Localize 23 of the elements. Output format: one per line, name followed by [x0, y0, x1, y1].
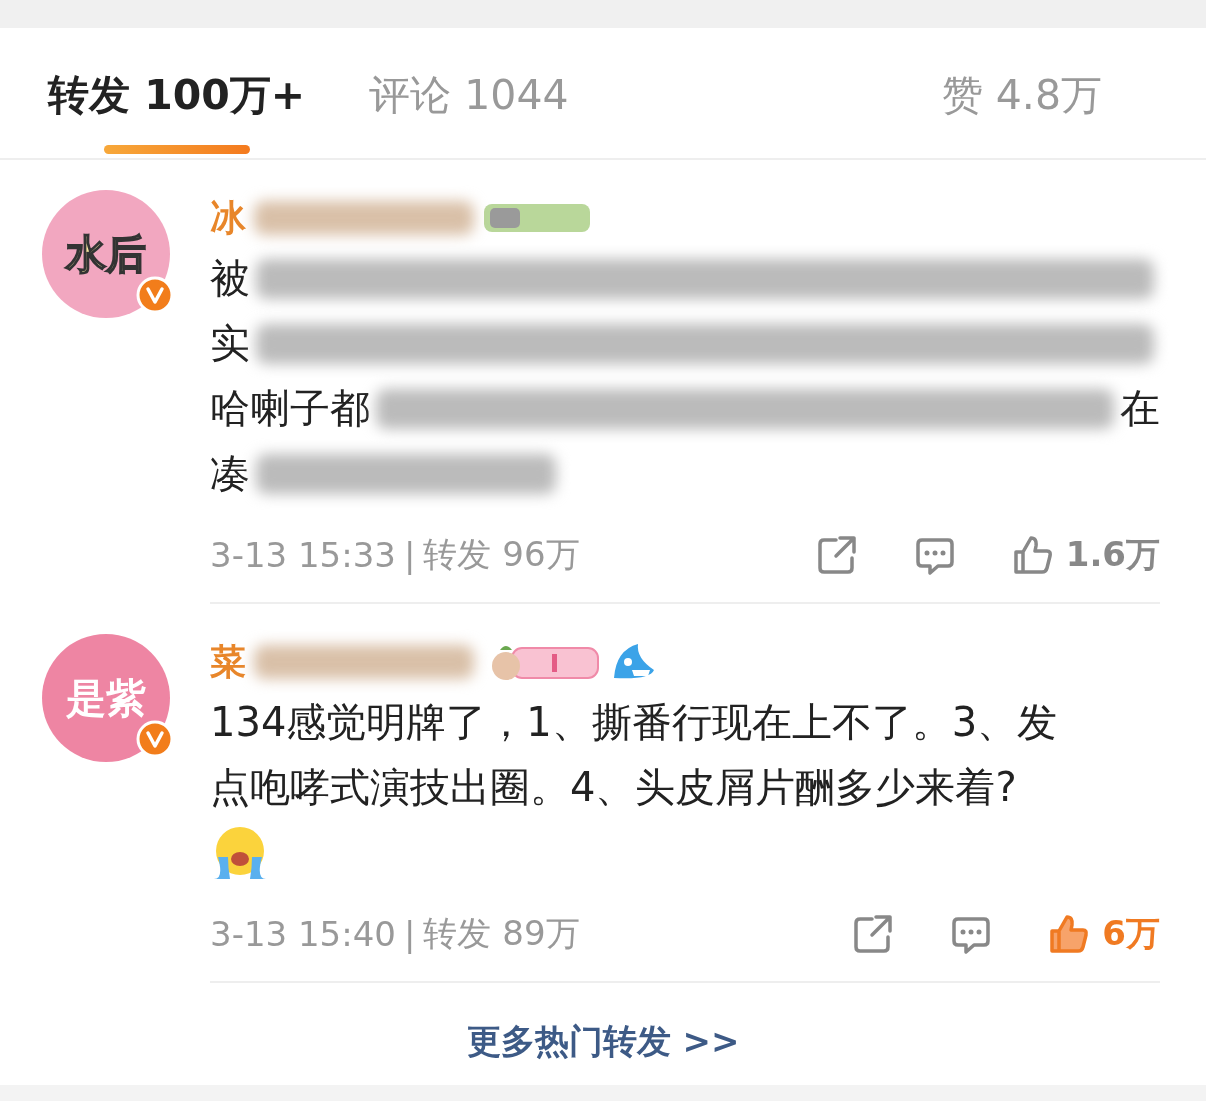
- post-time: 3-13 15:40: [210, 914, 396, 954]
- avatar[interactable]: 是紫: [42, 634, 170, 762]
- repost-count: 转发 96万: [423, 533, 580, 576]
- user-name[interactable]: 冰: [210, 193, 246, 243]
- more-reposts-link[interactable]: 更多热门转发 >>: [466, 1019, 740, 1065]
- comment-text: 哈喇子都: [210, 384, 370, 433]
- comment-text: 在: [1120, 384, 1160, 433]
- separator-text: |: [403, 535, 416, 575]
- comment-text: 凑: [210, 449, 250, 498]
- repost-count: 转发 89万: [423, 912, 580, 955]
- comment-text: 实: [210, 319, 250, 368]
- comment-text: 被: [210, 254, 250, 303]
- comment-text: 134感觉明牌了，1、撕番行现在上不了。3、发: [210, 698, 1058, 747]
- avatar[interactable]: 水后: [42, 190, 170, 318]
- like-button[interactable]: 6万: [1048, 911, 1160, 957]
- separator-text: |: [403, 914, 416, 954]
- tab[interactable]: 赞 4.8万: [935, 28, 1108, 124]
- like-button[interactable]: 1.6万: [1011, 532, 1160, 578]
- post-time: 3-13 15:33: [210, 535, 396, 575]
- user-name[interactable]: 菜: [210, 637, 246, 687]
- tab[interactable]: 评论 1044: [363, 28, 575, 155]
- comment-text: 点咆哮式演技出圈。4、头皮屑片酬多少来着?: [210, 763, 1017, 812]
- tab[interactable]: 转发 100万+: [42, 28, 312, 155]
